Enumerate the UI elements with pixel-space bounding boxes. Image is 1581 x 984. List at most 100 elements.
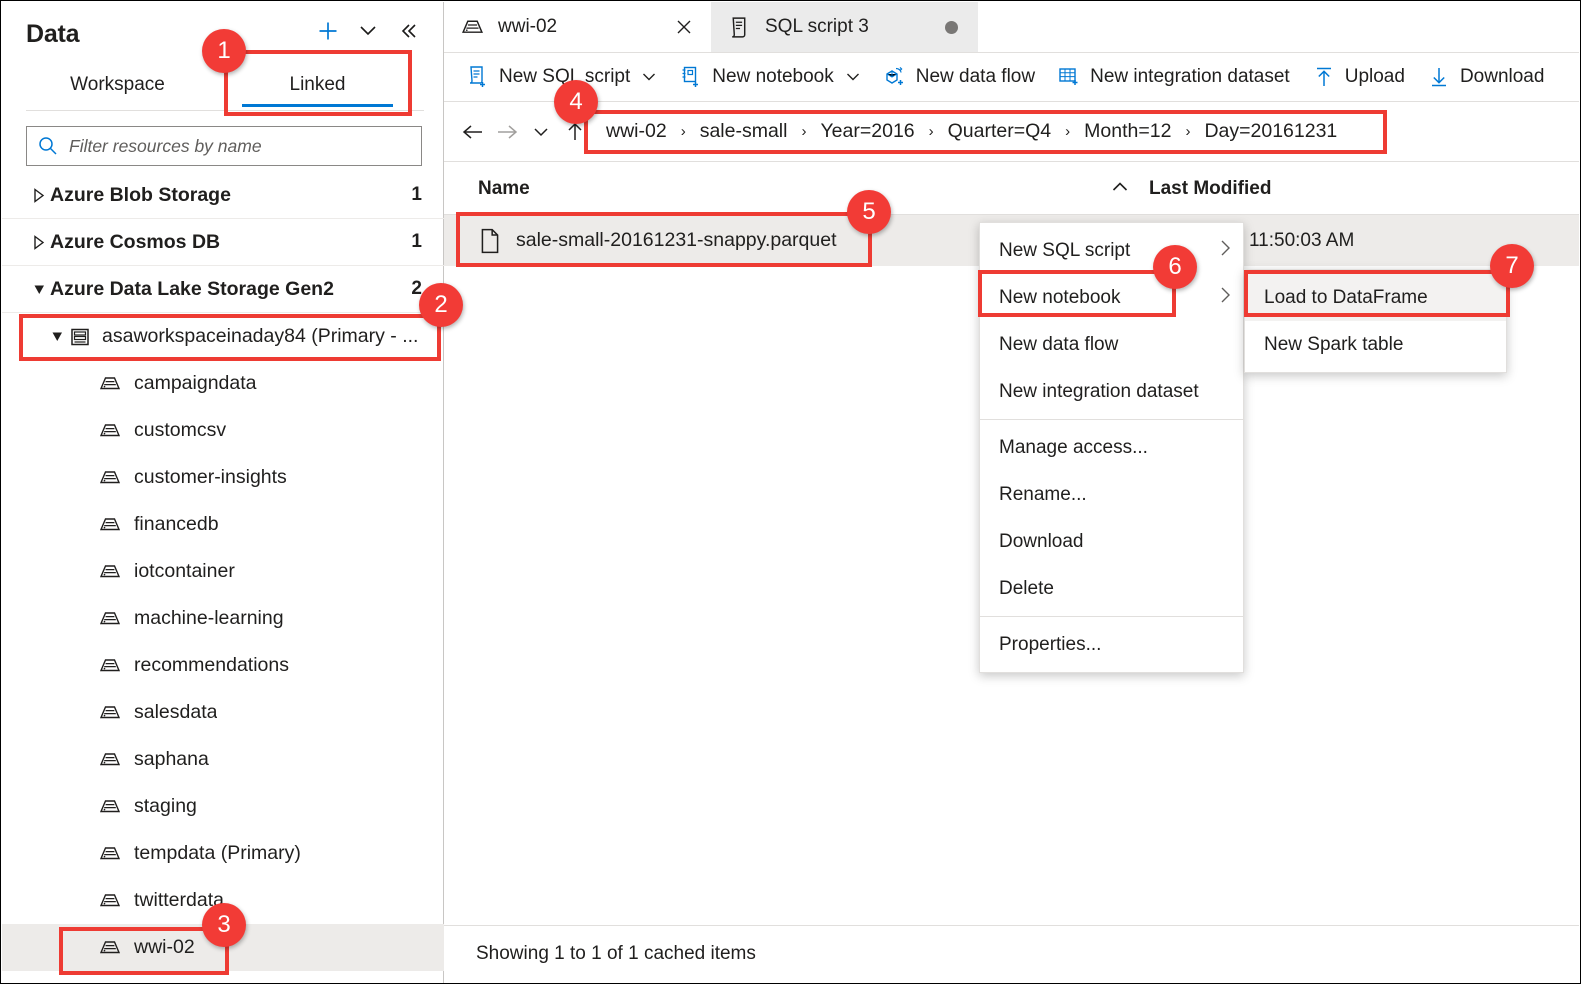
add-icon[interactable] [315, 18, 341, 44]
back-button[interactable] [456, 115, 490, 149]
unsaved-indicator-icon [945, 20, 958, 34]
context-menu-item-new-integration-dataset[interactable]: New integration dataset [980, 368, 1243, 415]
tree-item-customer-insights[interactable]: customer-insights [2, 454, 444, 501]
tab-linked-label: Linked [289, 74, 346, 95]
doc-tab-sql-script-3[interactable]: SQL script 3 [711, 2, 978, 52]
tree-item-azure-data-lake-storage-gen2[interactable]: Azure Data Lake Storage Gen2 2 [2, 266, 444, 313]
tree-item-label: campaigndata [134, 372, 257, 394]
page-title: Data [26, 20, 80, 48]
status-bar: Showing 1 to 1 of 1 cached items [444, 925, 1579, 982]
tree-item-financedb[interactable]: financedb [2, 501, 444, 548]
breadcrumb-item-day[interactable]: Day=20161231 [1202, 120, 1339, 143]
new-data-flow-icon [883, 65, 907, 89]
synapse-studio-data-hub: Data Workspace Linked Filter resources b… [0, 0, 1581, 984]
filter-resources-box[interactable] [26, 126, 422, 166]
doc-tab-wwi-02[interactable]: wwi-02 [444, 2, 711, 52]
command-label: New integration dataset [1090, 66, 1290, 87]
tree-item-count: 1 [411, 231, 422, 252]
submenu-item-new-spark-table[interactable]: New Spark table [1245, 321, 1506, 368]
command-label: New data flow [915, 66, 1036, 87]
breadcrumb: wwi-02 › sale-small › Year=2016 › Quarte… [604, 113, 1579, 151]
tree-item-iotcontainer[interactable]: iotcontainer [2, 548, 444, 595]
chevron-right-icon [1219, 239, 1231, 262]
breadcrumb-item-quarter[interactable]: Quarter=Q4 [946, 120, 1054, 143]
file-icon [478, 228, 502, 254]
context-menu-item-new-sql-script[interactable]: New SQL script [980, 227, 1243, 274]
container-icon [98, 701, 122, 725]
new-data-flow-button[interactable]: New data flow [883, 57, 1035, 97]
tree-item-label: iotcontainer [134, 560, 235, 582]
context-menu-item-label: Rename... [999, 483, 1087, 505]
tab-linked[interactable]: Linked [230, 62, 405, 108]
chevron-right-icon: › [680, 123, 686, 140]
new-notebook-icon [679, 65, 703, 89]
tab-workspace[interactable]: Workspace [30, 62, 205, 108]
container-icon [98, 513, 122, 537]
chevron-right-icon: › [801, 123, 807, 140]
search-icon [37, 135, 59, 157]
breadcrumb-item-year[interactable]: Year=2016 [818, 120, 916, 143]
submenu-item-load-to-dataframe[interactable]: Load to DataFrame [1245, 274, 1506, 321]
annotation-badge-6: 6 [1153, 245, 1197, 289]
context-menu-item-download[interactable]: Download [980, 518, 1243, 565]
tree-item-azure-cosmos-db[interactable]: Azure Cosmos DB 1 [2, 219, 444, 266]
tree-item-salesdata[interactable]: salesdata [2, 689, 444, 736]
tree-item-recommendations[interactable]: recommendations [2, 642, 444, 689]
new-integration-dataset-button[interactable]: New integration dataset [1057, 57, 1290, 97]
search-input[interactable] [67, 134, 411, 158]
chevron-right-icon[interactable] [28, 187, 50, 203]
tree-item-staging[interactable]: staging [2, 783, 444, 830]
close-icon[interactable] [671, 14, 697, 40]
tree-item-azure-blob-storage[interactable]: Azure Blob Storage 1 [2, 172, 444, 219]
collapse-panel-icon[interactable] [395, 18, 421, 44]
chevron-right-icon: › [928, 123, 934, 140]
tree-item-machine-learning[interactable]: machine-learning [2, 595, 444, 642]
context-menu-item-delete[interactable]: Delete [980, 565, 1243, 612]
tree-item-campaigndata[interactable]: campaigndata [2, 360, 444, 407]
status-text: Showing 1 to 1 of 1 cached items [476, 943, 756, 964]
breadcrumb-item-month[interactable]: Month=12 [1082, 120, 1173, 143]
annotation-badge-5: 5 [847, 190, 891, 234]
column-header-name[interactable]: Name [478, 178, 530, 200]
context-menu-item-manage-access[interactable]: Manage access... [980, 424, 1243, 471]
tree-item-label: wwi-02 [134, 936, 195, 958]
tree-item-label: asaworkspaceinaday84 (Primary - ... [102, 325, 419, 347]
context-menu-item-rename[interactable]: Rename... [980, 471, 1243, 518]
tree-item-label: Azure Cosmos DB [50, 230, 221, 253]
breadcrumb-item-sale-small[interactable]: sale-small [698, 120, 790, 143]
tree-item-customcsv[interactable]: customcsv [2, 407, 444, 454]
context-menu-item-label: New notebook [999, 286, 1121, 308]
breadcrumb-bar: wwi-02 › sale-small › Year=2016 › Quarte… [444, 102, 1579, 162]
column-header-last-modified[interactable]: Last Modified [1149, 178, 1271, 200]
context-menu-item-label: Properties... [999, 633, 1102, 655]
context-menu-item-label: Manage access... [999, 436, 1148, 458]
container-icon [98, 795, 122, 819]
chevron-down-icon[interactable] [845, 69, 861, 85]
chevron-down-icon[interactable] [46, 329, 68, 344]
container-icon [98, 889, 122, 913]
upload-button[interactable]: Upload [1312, 57, 1405, 97]
chevron-double-down-icon[interactable] [355, 18, 381, 44]
command-label: New notebook [712, 66, 834, 87]
tree-item-asaworkspaceinaday84[interactable]: asaworkspaceinaday84 (Primary - ... [2, 313, 444, 360]
upload-icon [1312, 65, 1336, 89]
history-dropdown-button[interactable] [524, 115, 558, 149]
tree-item-tempdata[interactable]: tempdata (Primary) [2, 830, 444, 877]
new-notebook-button[interactable]: New notebook [679, 57, 860, 97]
context-menu-item-new-data-flow[interactable]: New data flow [980, 321, 1243, 368]
command-label: Upload [1344, 66, 1405, 87]
context-menu-item-label: Delete [999, 577, 1054, 599]
container-icon [98, 372, 122, 396]
context-menu: New SQL script New notebook New data flo… [979, 222, 1244, 673]
context-menu-item-properties[interactable]: Properties... [980, 621, 1243, 668]
chevron-right-icon[interactable] [28, 234, 50, 250]
forward-button[interactable] [490, 115, 524, 149]
tree-item-saphana[interactable]: saphana [2, 736, 444, 783]
chevron-down-icon[interactable] [28, 282, 50, 297]
context-menu-item-new-notebook[interactable]: New notebook [980, 274, 1243, 321]
container-icon [98, 466, 122, 490]
tab-workspace-label: Workspace [70, 74, 165, 95]
chevron-down-icon[interactable] [641, 69, 657, 85]
download-button[interactable]: Download [1427, 57, 1544, 97]
breadcrumb-item-wwi-02[interactable]: wwi-02 [604, 120, 669, 143]
